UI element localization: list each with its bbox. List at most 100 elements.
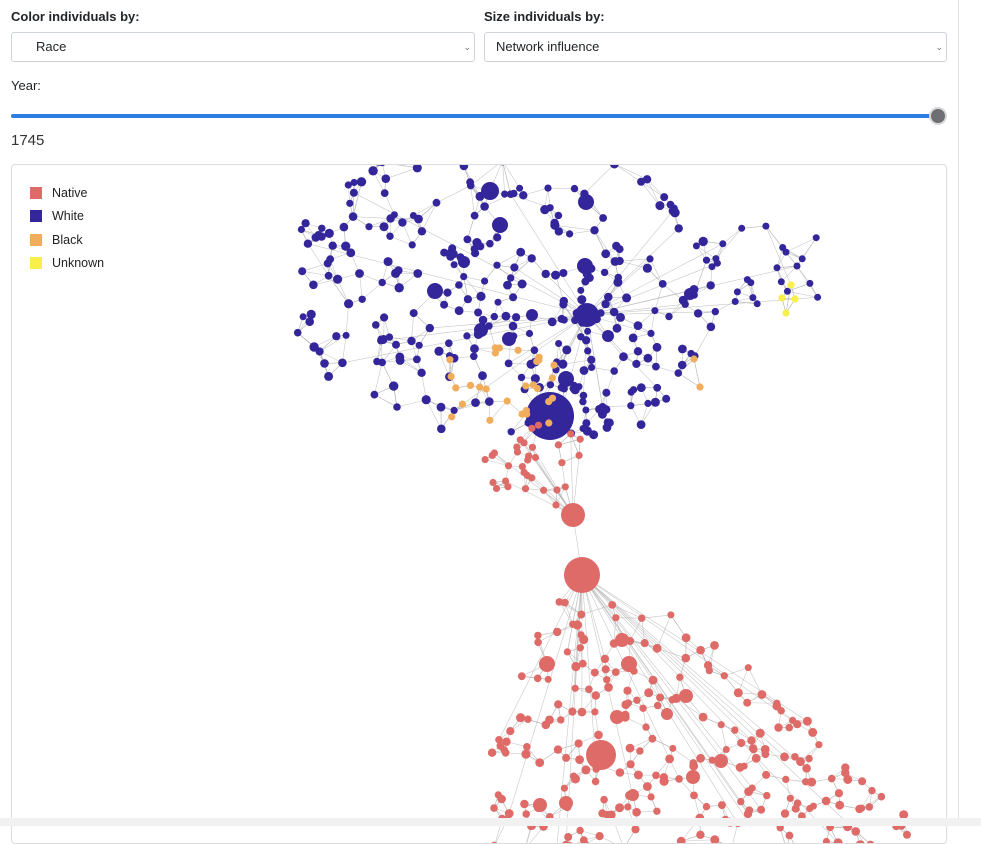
graph-node[interactable]	[734, 688, 743, 697]
graph-node[interactable]	[653, 384, 661, 392]
graph-node[interactable]	[651, 307, 658, 314]
graph-node[interactable]	[349, 212, 358, 221]
graph-node[interactable]	[460, 273, 467, 280]
graph-node[interactable]	[325, 229, 334, 238]
graph-node[interactable]	[782, 309, 789, 316]
graph-node[interactable]	[455, 281, 463, 289]
graph-node[interactable]	[731, 726, 738, 733]
graph-node[interactable]	[744, 810, 752, 818]
graph-node[interactable]	[634, 771, 643, 780]
graph-node[interactable]	[474, 323, 488, 337]
graph-node[interactable]	[712, 308, 719, 315]
graph-node[interactable]	[488, 749, 496, 757]
graph-node[interactable]	[504, 483, 511, 490]
graph-node[interactable]	[810, 803, 817, 810]
graph-node[interactable]	[623, 687, 631, 695]
graph-node[interactable]	[480, 202, 489, 211]
graph-node[interactable]	[302, 219, 310, 227]
graph-node[interactable]	[629, 334, 638, 343]
graph-node[interactable]	[437, 425, 446, 434]
graph-node[interactable]	[483, 385, 490, 392]
graph-node[interactable]	[540, 487, 547, 494]
graph-node[interactable]	[703, 803, 710, 810]
graph-node[interactable]	[590, 226, 598, 234]
graph-node[interactable]	[571, 185, 578, 192]
graph-node[interactable]	[548, 318, 557, 327]
graph-node[interactable]	[575, 303, 599, 327]
graph-node[interactable]	[612, 242, 620, 250]
graph-node[interactable]	[525, 453, 532, 460]
graph-node[interactable]	[522, 485, 529, 492]
graph-node[interactable]	[562, 483, 569, 490]
graph-node[interactable]	[615, 803, 624, 812]
graph-node[interactable]	[803, 717, 812, 726]
graph-node[interactable]	[794, 799, 802, 807]
graph-node[interactable]	[470, 344, 479, 353]
graph-node[interactable]	[667, 611, 674, 618]
graph-node[interactable]	[476, 384, 483, 391]
graph-node[interactable]	[737, 798, 744, 805]
graph-node[interactable]	[568, 708, 576, 716]
graph-node[interactable]	[601, 269, 608, 276]
graph-node[interactable]	[835, 789, 843, 797]
graph-node[interactable]	[427, 283, 443, 299]
graph-node[interactable]	[762, 223, 769, 230]
year-slider-thumb[interactable]	[929, 107, 947, 125]
graph-node[interactable]	[682, 633, 691, 642]
graph-node[interactable]	[577, 611, 585, 619]
graph-node[interactable]	[723, 746, 730, 753]
graph-node[interactable]	[304, 240, 312, 248]
graph-node[interactable]	[508, 428, 515, 435]
graph-node[interactable]	[903, 831, 911, 839]
graph-node[interactable]	[578, 194, 594, 210]
graph-node[interactable]	[866, 803, 874, 811]
graph-node[interactable]	[634, 321, 643, 330]
graph-node[interactable]	[632, 360, 640, 368]
graph-node[interactable]	[678, 345, 687, 354]
graph-node[interactable]	[396, 356, 405, 365]
graph-node[interactable]	[529, 444, 536, 451]
graph-node[interactable]	[643, 782, 652, 791]
graph-node[interactable]	[502, 312, 511, 321]
graph-node[interactable]	[357, 177, 366, 186]
graph-node[interactable]	[518, 374, 525, 381]
graph-node[interactable]	[459, 401, 466, 408]
graph-node[interactable]	[576, 827, 583, 834]
graph-node[interactable]	[648, 793, 655, 800]
graph-node[interactable]	[586, 740, 616, 770]
graph-node[interactable]	[452, 384, 459, 391]
graph-node[interactable]	[696, 831, 704, 839]
graph-node[interactable]	[554, 700, 562, 708]
graph-node[interactable]	[516, 248, 525, 257]
graph-node[interactable]	[516, 185, 523, 192]
graph-node[interactable]	[572, 685, 579, 692]
graph-node[interactable]	[464, 295, 472, 303]
graph-node[interactable]	[550, 219, 558, 227]
graph-node[interactable]	[496, 344, 503, 351]
graph-node[interactable]	[448, 373, 455, 380]
graph-node[interactable]	[602, 389, 610, 397]
graph-node[interactable]	[699, 237, 708, 246]
graph-node[interactable]	[649, 676, 658, 685]
graph-node[interactable]	[642, 723, 649, 730]
graph-node[interactable]	[696, 754, 705, 763]
graph-node[interactable]	[318, 225, 325, 232]
graph-node[interactable]	[491, 313, 498, 320]
graph-node[interactable]	[371, 391, 379, 399]
graph-node[interactable]	[495, 299, 502, 306]
graph-node[interactable]	[710, 641, 719, 650]
graph-node[interactable]	[636, 747, 643, 754]
graph-node[interactable]	[706, 667, 713, 674]
graph-node[interactable]	[447, 248, 454, 255]
graph-node[interactable]	[467, 382, 474, 389]
graph-node[interactable]	[662, 395, 670, 403]
graph-node[interactable]	[647, 330, 654, 337]
graph-node[interactable]	[774, 723, 782, 731]
graph-node[interactable]	[524, 716, 531, 723]
graph-node[interactable]	[576, 383, 583, 390]
graph-node[interactable]	[552, 501, 559, 508]
graph-node[interactable]	[389, 381, 398, 390]
graph-node[interactable]	[393, 403, 401, 411]
graph-node[interactable]	[325, 272, 333, 280]
graph-node[interactable]	[610, 367, 618, 375]
